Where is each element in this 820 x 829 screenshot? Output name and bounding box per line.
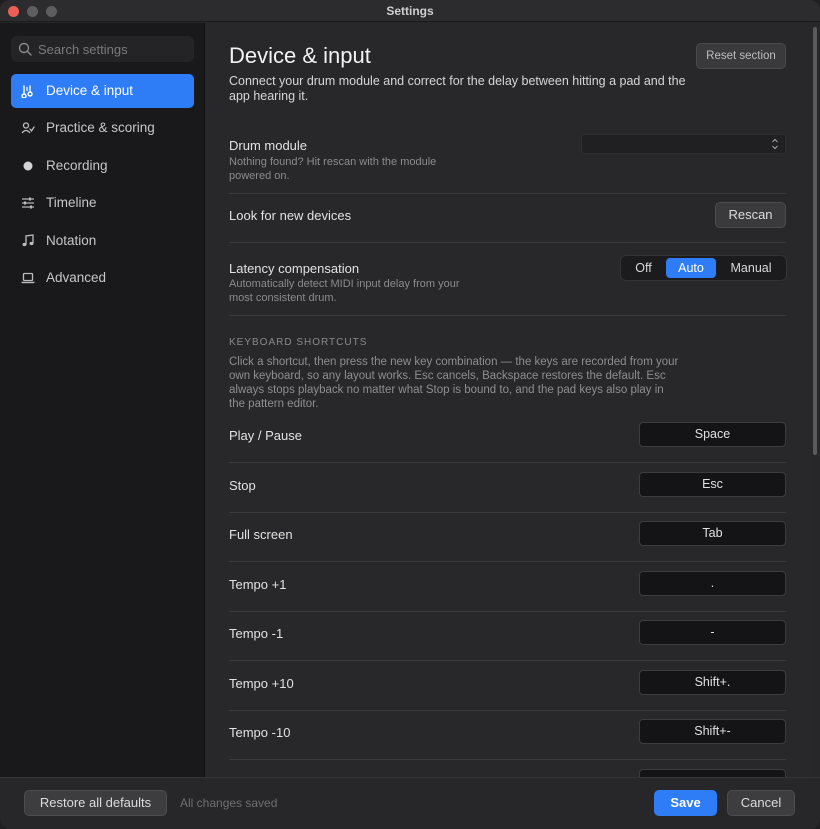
chevron-up-down-icon — [772, 138, 778, 150]
shortcut-label: Tempo -1 — [229, 626, 284, 641]
shortcut-key-field[interactable]: Esc — [639, 472, 786, 497]
divider — [229, 561, 786, 562]
sidebar-item-label: Device & input — [46, 83, 134, 98]
device-input-icon — [21, 85, 33, 98]
sidebar-item-timeline[interactable]: Timeline — [11, 186, 194, 220]
latency-label: Latency compensation — [229, 261, 360, 276]
reset-section-button[interactable]: Reset section — [696, 43, 786, 69]
shortcut-key-field[interactable]: Space — [639, 422, 786, 447]
divider — [229, 242, 786, 243]
sidebar-item-advanced[interactable]: Advanced — [11, 261, 194, 295]
divider — [229, 710, 786, 711]
sidebar-item-label: Timeline — [46, 195, 97, 210]
shortcut-key-field[interactable]: - — [639, 620, 786, 645]
settings-content: Device & input Connect your drum module … — [206, 23, 809, 777]
window-title: Settings — [386, 4, 434, 18]
restore-all-defaults-button[interactable]: Restore all defaults — [24, 790, 167, 816]
divider — [229, 611, 786, 612]
search-icon — [18, 42, 32, 56]
search-input[interactable] — [38, 39, 188, 59]
drum-module-help: Nothing found? Hit rescan with the modul… — [229, 156, 437, 182]
look-for-devices-label: Look for new devices — [229, 208, 352, 223]
drum-module-label: Drum module — [229, 138, 308, 153]
laptop-icon — [21, 272, 35, 284]
divider — [229, 462, 786, 463]
settings-window: Settings Device & input Practi — [0, 0, 820, 829]
shortcut-key-field[interactable]: Tab — [639, 521, 786, 546]
latency-option-auto[interactable]: Auto — [666, 258, 716, 278]
shortcut-key-field[interactable]: Shift+. — [639, 670, 786, 695]
rescan-button[interactable]: Rescan — [715, 202, 786, 228]
shortcut-key-field[interactable]: Shift+- — [639, 719, 786, 744]
practice-scoring-icon — [21, 122, 35, 134]
sidebar-item-device-input[interactable]: Device & input — [11, 74, 194, 108]
divider — [229, 759, 786, 760]
music-note-icon — [22, 234, 34, 247]
drum-module-select[interactable] — [581, 134, 786, 154]
shortcuts-description: Click a shortcut, then press the new key… — [229, 356, 679, 410]
latency-option-off[interactable]: Off — [624, 258, 663, 278]
shortcut-label: Tempo -10 — [229, 725, 291, 740]
title-bar: Settings — [0, 0, 820, 22]
shortcut-label: Stop — [229, 478, 256, 493]
shortcut-label: Tempo +1 — [229, 577, 287, 592]
divider — [229, 660, 786, 661]
shortcut-label: Play / Pause — [229, 428, 302, 443]
latency-help: Automatically detect MIDI input delay fr… — [229, 278, 460, 304]
shortcut-label: Full screen — [229, 527, 293, 542]
shortcuts-heading: KEYBOARD SHORTCUTS — [229, 337, 368, 348]
sidebar-item-label: Notation — [46, 233, 97, 248]
search-box[interactable] — [11, 36, 194, 62]
save-status-text: All changes saved — [180, 796, 278, 810]
sidebar-item-label: Recording — [46, 158, 108, 173]
divider — [229, 193, 786, 194]
footer-bar: Restore all defaults All changes saved S… — [0, 777, 820, 829]
sidebar-item-label: Practice & scoring — [46, 120, 155, 135]
sidebar-item-recording[interactable]: Recording — [11, 149, 194, 183]
save-button[interactable]: Save — [654, 790, 717, 816]
shortcut-label: Tempo +10 — [229, 676, 294, 691]
shortcut-key-field[interactable]: . — [639, 571, 786, 596]
page-title: Device & input — [229, 43, 371, 68]
sidebar-item-practice-scoring[interactable]: Practice & scoring — [11, 111, 194, 145]
latency-mode-control: Off Auto Manual — [620, 255, 787, 281]
latency-option-manual[interactable]: Manual — [720, 258, 782, 278]
sidebar-item-label: Advanced — [46, 270, 107, 285]
shortcut-key-field[interactable] — [639, 769, 786, 777]
scrollbar-thumb[interactable] — [813, 27, 817, 455]
scrollbar[interactable] — [810, 23, 820, 777]
sliders-icon — [22, 197, 34, 209]
record-dot-icon — [23, 161, 33, 171]
divider — [229, 315, 786, 316]
divider — [229, 512, 786, 513]
sidebar-item-notation[interactable]: Notation — [11, 224, 194, 258]
sidebar: Device & input Practice & scoring Record… — [0, 23, 205, 777]
cancel-button[interactable]: Cancel — [727, 790, 795, 816]
page-description: Connect your drum module and correct for… — [229, 74, 686, 103]
